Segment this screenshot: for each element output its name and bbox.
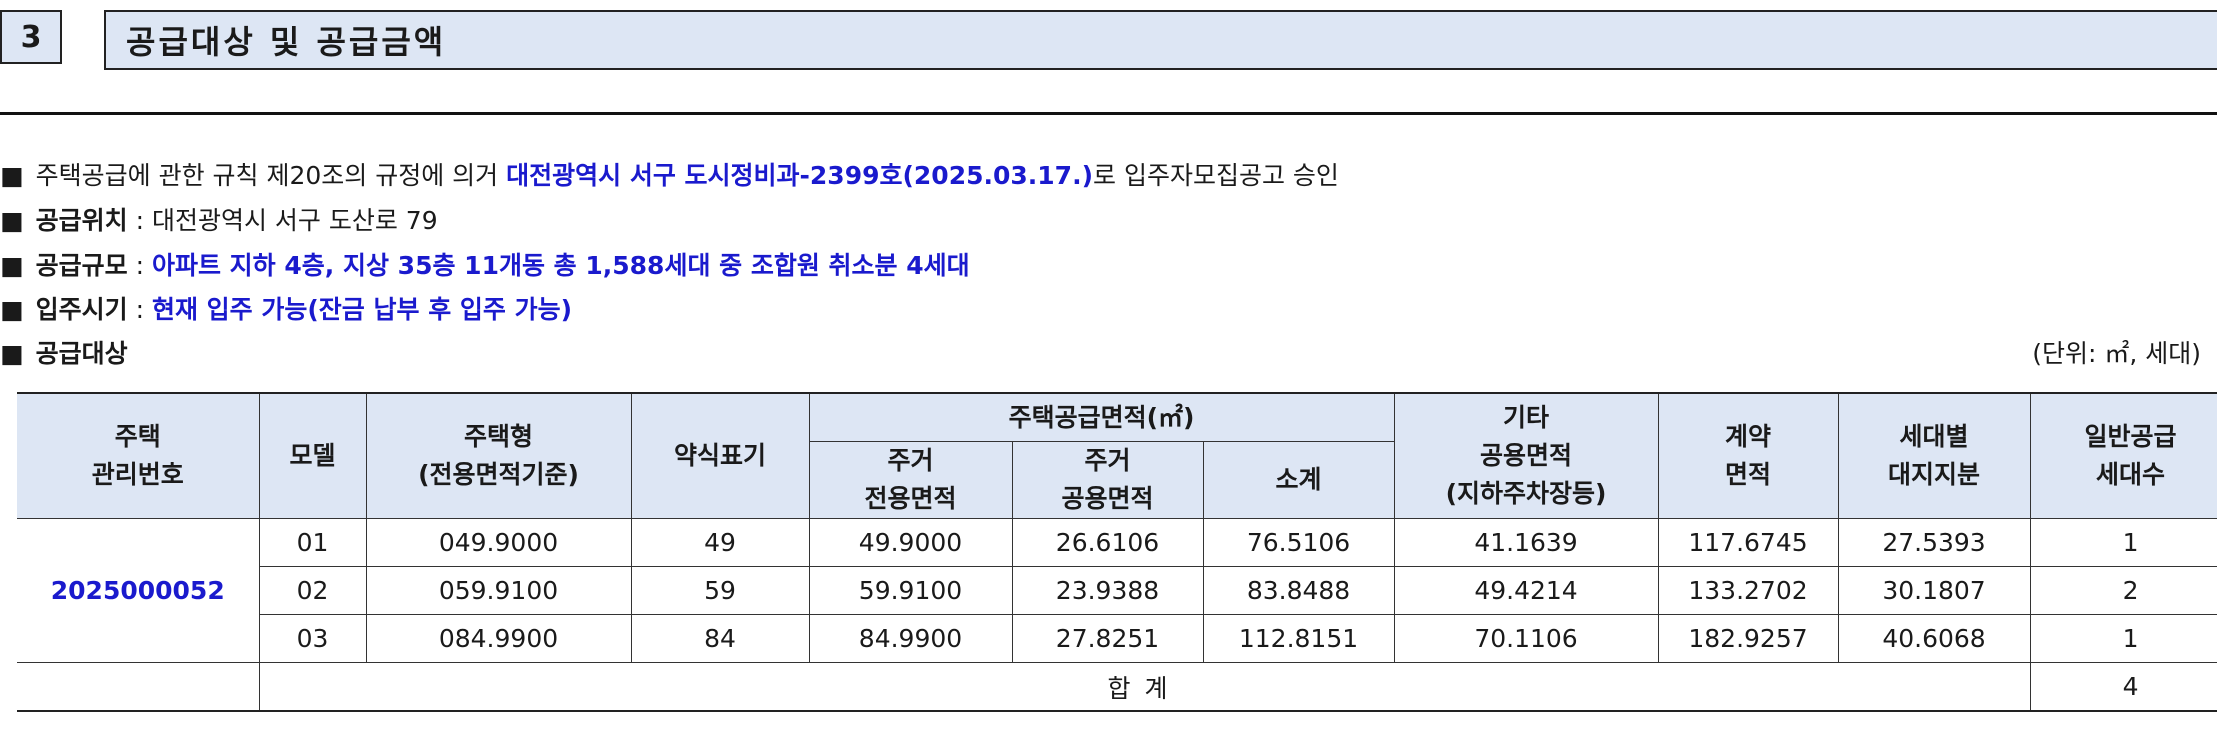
approval-number: 대전광역시 서구 도시정비과-2399호(2025.03.17.) [506,161,1093,190]
cell-exclusive-area: 59.9100 [808,566,1013,615]
header-subtotal: 소계 [1202,441,1395,519]
unit-note: (단위: ㎡, 세대) [2032,339,2201,368]
bullet-square-icon: ■ [0,295,24,324]
location-sep: : [127,206,152,235]
cell-subtotal: 76.5106 [1202,518,1395,567]
cell-short-label: 49 [630,518,810,567]
cell-general-units: 1 [2029,518,2217,567]
section-number: 3 [0,10,62,64]
cell-model: 02 [258,566,367,615]
cell-other-common: 70.1106 [1393,614,1659,663]
cell-exclusive-area: 49.9000 [808,518,1013,567]
cell-subtotal: 83.8488 [1202,566,1395,615]
cell-housing-type: 059.9100 [365,566,632,615]
header-exclusive-area: 주거 전용면적 [808,441,1013,519]
move-in-line: ■ 입주시기 : 현재 입주 가능(잔금 납부 후 입주 가능) [0,294,572,326]
header-contract-area: 계약 면적 [1657,392,1839,519]
mgmt-number: 2025000052 [17,518,260,663]
location-line: ■ 공급위치 : 대전광역시 서구 도산로 79 [0,205,438,237]
total-blank-cell [17,662,260,712]
scale-value: 아파트 지하 4층, 지상 35층 11개동 총 1,588세대 중 조합원 취… [151,251,970,280]
cell-land-share: 40.6068 [1837,614,2031,663]
section-divider [0,112,2217,115]
move-in-value: 현재 입주 가능(잔금 납부 후 입주 가능) [151,295,573,324]
move-in-sep: : [127,295,152,324]
scale-sep: : [127,251,152,280]
table-row: 03 084.9900 84 84.9900 27.8251 112.8151 … [17,614,2217,663]
header-land-share: 세대별 대지지분 [1837,392,2031,519]
header-other-common: 기타 공용면적 (지하주차장등) [1393,392,1659,519]
target-label: 공급대상 [35,339,128,368]
bullet-square-icon: ■ [0,251,24,280]
scale-label: 공급규모 [35,251,128,280]
cell-housing-type: 084.9900 [365,614,632,663]
location-label: 공급위치 [35,206,128,235]
cell-general-units: 1 [2029,614,2217,663]
cell-housing-type: 049.9000 [365,518,632,567]
cell-model: 01 [258,518,367,567]
table-row: 2025000052 01 049.9000 49 49.9000 26.610… [17,518,2217,663]
header-short-label: 약식표기 [630,392,810,519]
location-value: 대전광역시 서구 도산로 79 [151,206,438,235]
cell-exclusive-area: 84.9900 [808,614,1013,663]
header-housing-type: 주택형 (전용면적기준) [365,392,632,519]
bullet-square-icon: ■ [0,161,24,190]
total-label: 합계 [258,662,2031,712]
supply-table: 주택 관리번호 모델 주택형 (전용면적기준) 약식표기 주택공급면적(㎡) 기타 공… [17,392,2217,712]
header-common-area: 주거 공용면적 [1011,441,1204,519]
cell-subtotal: 112.8151 [1202,614,1395,663]
cell-general-units: 2 [2029,566,2217,615]
target-line: ■ 공급대상 [0,338,128,370]
bullet-square-icon: ■ [0,206,24,235]
cell-land-share: 27.5393 [1837,518,2031,567]
cell-land-share: 30.1807 [1837,566,2031,615]
cell-common-area: 23.9388 [1011,566,1204,615]
cell-short-label: 84 [630,614,810,663]
total-row: 합계 4 [17,662,2217,712]
cell-contract-area: 182.9257 [1657,614,1839,663]
cell-other-common: 49.4214 [1393,566,1659,615]
total-general-units: 4 [2029,662,2217,712]
move-in-label: 입주시기 [35,295,128,324]
cell-common-area: 26.6106 [1011,518,1204,567]
section-title: 공급대상 및 공급금액 [104,10,2217,70]
cell-contract-area: 133.2702 [1657,566,1839,615]
cell-model: 03 [258,614,367,663]
header-general-units: 일반공급 세대수 [2029,392,2217,519]
scale-line: ■ 공급규모 : 아파트 지하 4층, 지상 35층 11개동 총 1,588세대… [0,250,970,282]
header-model: 모델 [258,392,367,519]
approval-line: ■ 주택공급에 관한 규칙 제20조의 규정에 의거 대전광역시 서구 도시정비과… [0,160,1339,192]
approval-prefix: 주택공급에 관한 규칙 제20조의 규정에 의거 [35,161,507,190]
approval-suffix: 로 입주자모집공고 승인 [1093,161,1339,190]
cell-other-common: 41.1639 [1393,518,1659,567]
cell-contract-area: 117.6745 [1657,518,1839,567]
cell-short-label: 59 [630,566,810,615]
table-row: 02 059.9100 59 59.9100 23.9388 83.8488 4… [17,566,2217,615]
header-supply-area: 주택공급면적(㎡) [808,392,1395,442]
bullet-square-icon: ■ [0,339,24,368]
header-mgmt-no: 주택 관리번호 [17,392,260,519]
cell-common-area: 27.8251 [1011,614,1204,663]
